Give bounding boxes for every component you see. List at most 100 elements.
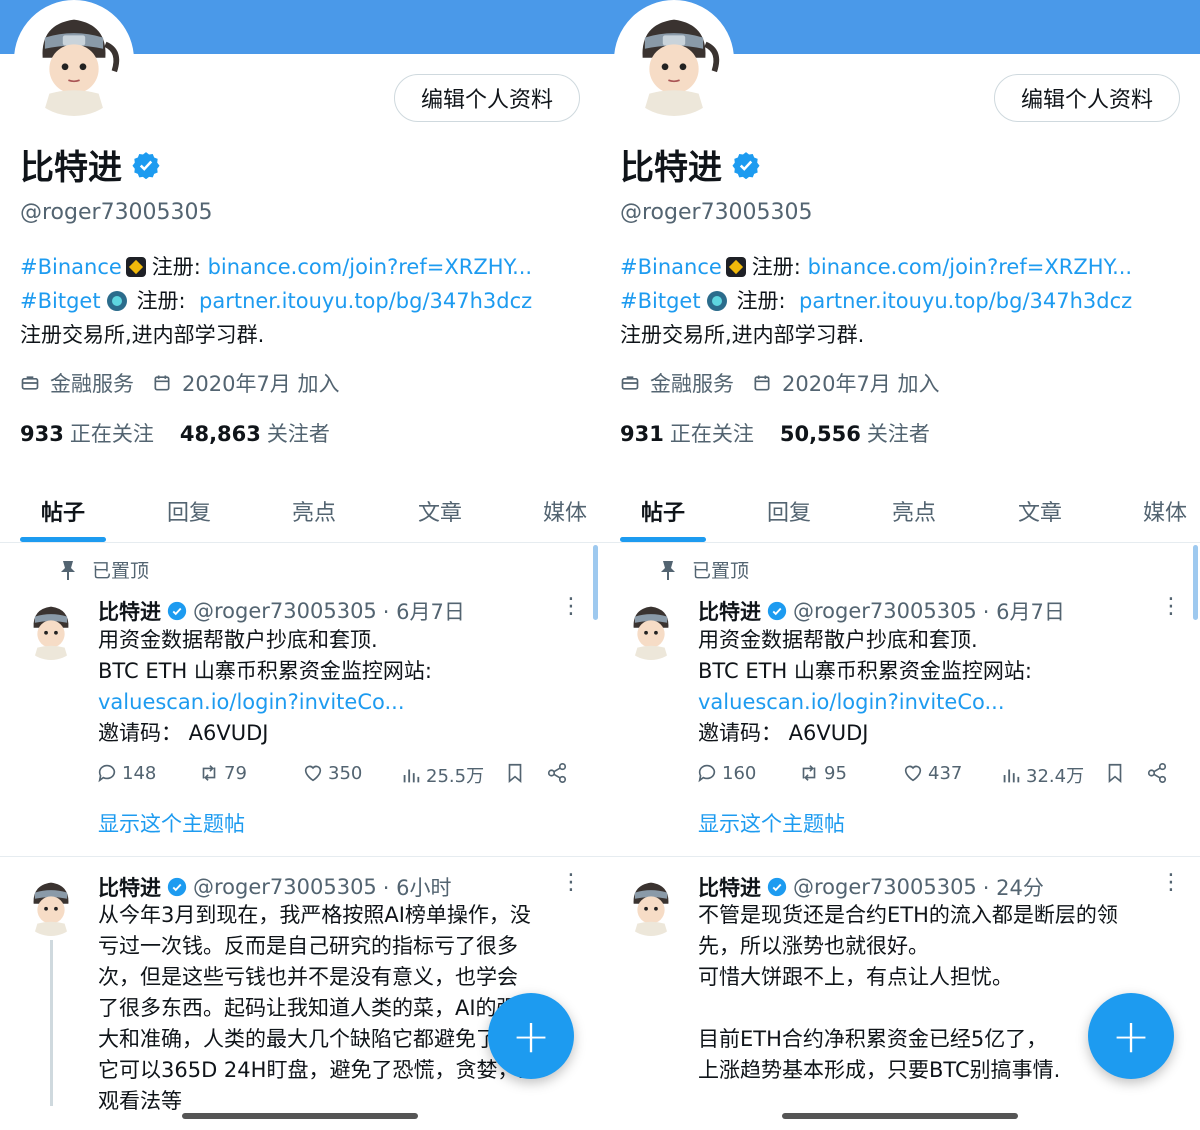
reply-icon — [698, 764, 716, 783]
post-author-name[interactable]: 比特进 — [98, 596, 161, 626]
post-avatar[interactable] — [620, 598, 682, 660]
post-header: 比特进 @roger73005305 · 6月7日 — [98, 596, 465, 626]
share-button[interactable] — [546, 762, 568, 784]
hashtag-bitget[interactable]: #Bitget — [20, 284, 101, 318]
pinned-label: 已置顶 — [692, 560, 750, 582]
profile-screen-before: 编辑个人资料 比特进 @roger73005305 #Binance 注册: b… — [0, 0, 600, 1130]
post-text: 用资金数据帮散户抄底和套顶. BTC ETH 山寨币积累资金监控网站: valu… — [98, 625, 588, 749]
hashtag-bitget[interactable]: #Bitget — [620, 284, 701, 318]
bitget-logo-icon — [106, 291, 127, 311]
profile-name-row: 比特进 — [20, 140, 160, 189]
bookmark-button[interactable] — [504, 762, 526, 784]
post-author-handle[interactable]: @roger73005305 — [793, 875, 977, 899]
views-button[interactable]: 25.5万 — [400, 762, 484, 788]
following-stat[interactable]: 931 正在关注 — [620, 418, 754, 448]
more-options-icon[interactable]: ⋮ — [560, 596, 582, 618]
verified-badge-icon — [132, 151, 160, 179]
share-icon — [547, 763, 567, 783]
tab-replies[interactable]: 回复 — [134, 480, 244, 542]
bio-register-label: 注册: — [136, 289, 186, 313]
verified-badge-icon — [167, 877, 187, 897]
post-actions: 160 95 437 32.4万 — [696, 762, 1176, 792]
like-button[interactable]: 437 — [902, 762, 962, 784]
post-author-handle[interactable]: @roger73005305 — [193, 599, 377, 623]
reply-button[interactable]: 148 — [96, 762, 156, 784]
post-author-handle[interactable]: @roger73005305 — [193, 875, 377, 899]
thread-line — [50, 940, 53, 1106]
more-options-icon[interactable]: ⋮ — [560, 872, 582, 894]
post-author-name[interactable]: 比特进 — [698, 596, 761, 626]
bitget-link[interactable]: partner.itouyu.top/bg/347h3dcz — [199, 284, 532, 318]
tab-media[interactable]: 媒体 — [1110, 480, 1200, 542]
profile-bio: #Binance 注册: binance.com/join?ref=XRZHY.… — [620, 250, 1190, 352]
edit-profile-button[interactable]: 编辑个人资料 — [994, 74, 1180, 122]
bio-register-label: 注册: — [151, 255, 201, 279]
scrollbar[interactable] — [1193, 545, 1198, 620]
bookmark-icon — [1108, 763, 1122, 784]
bio-register-label: 注册: — [736, 289, 786, 313]
reply-icon — [98, 764, 116, 783]
share-button[interactable] — [1146, 762, 1168, 784]
views-button[interactable]: 32.4万 — [1000, 762, 1084, 788]
tab-articles[interactable]: 文章 — [385, 480, 495, 542]
tab-posts[interactable]: 帖子 — [608, 480, 718, 542]
post-header: 比特进 @roger73005305 · 24分 — [698, 872, 1044, 902]
profile-joined: 2020年7月 加入 — [182, 372, 340, 396]
bio-register-label: 注册: — [751, 255, 801, 279]
heart-icon — [904, 765, 922, 782]
tab-articles[interactable]: 文章 — [985, 480, 1095, 542]
tab-media[interactable]: 媒体 — [510, 480, 600, 542]
profile-handle: @roger73005305 — [20, 200, 213, 225]
hashtag-binance[interactable]: #Binance — [20, 250, 122, 284]
post-avatar[interactable] — [620, 874, 682, 936]
profile-meta: 金融服务 2020年7月 加入 — [20, 368, 339, 398]
profile-category: 金融服务 — [650, 372, 734, 396]
binance-link[interactable]: binance.com/join?ref=XRZHY... — [208, 250, 533, 284]
pin-icon — [661, 560, 675, 580]
following-stat[interactable]: 933 正在关注 — [20, 418, 154, 448]
profile-avatar[interactable] — [614, 0, 734, 120]
post-header: 比特进 @roger73005305 · 6月7日 — [698, 596, 1065, 626]
tab-posts[interactable]: 帖子 — [8, 480, 118, 542]
tab-replies[interactable]: 回复 — [734, 480, 844, 542]
valuescan-link[interactable]: valuescan.io/login?inviteCo... — [98, 687, 588, 718]
briefcase-icon — [621, 376, 639, 390]
repost-button[interactable]: 79 — [198, 762, 247, 784]
post-author-name[interactable]: 比特进 — [698, 872, 761, 902]
reply-button[interactable]: 160 — [696, 762, 756, 784]
valuescan-link[interactable]: valuescan.io/login?inviteCo... — [698, 687, 1188, 718]
post-time: · 6月7日 — [982, 600, 1065, 624]
show-thread-link[interactable]: 显示这个主题帖 — [98, 808, 245, 838]
followers-stat[interactable]: 48,863 关注者 — [180, 418, 330, 448]
bitget-logo-icon — [706, 291, 727, 311]
more-options-icon[interactable]: ⋮ — [1160, 872, 1182, 894]
repost-button[interactable]: 95 — [798, 762, 847, 784]
calendar-icon — [754, 375, 770, 391]
like-button[interactable]: 350 — [302, 762, 362, 784]
compose-button[interactable]: + — [1088, 993, 1174, 1079]
post-author-handle[interactable]: @roger73005305 — [793, 599, 977, 623]
profile-meta: 金融服务 2020年7月 加入 — [620, 368, 939, 398]
profile-avatar[interactable] — [14, 0, 134, 120]
show-thread-link[interactable]: 显示这个主题帖 — [698, 808, 845, 838]
binance-logo-icon — [125, 257, 146, 277]
profile-tabs: 帖子 回复 亮点 文章 媒体 — [0, 480, 600, 543]
pinned-indicator: 已置顶 — [658, 556, 749, 583]
compose-button[interactable]: + — [488, 993, 574, 1079]
tab-highlights[interactable]: 亮点 — [859, 480, 969, 542]
hashtag-binance[interactable]: #Binance — [620, 250, 722, 284]
followers-stat[interactable]: 50,556 关注者 — [780, 418, 930, 448]
post-avatar[interactable] — [20, 874, 82, 936]
post-actions: 148 79 350 25.5万 — [96, 762, 576, 792]
bitget-link[interactable]: partner.itouyu.top/bg/347h3dcz — [799, 284, 1132, 318]
calendar-icon — [154, 375, 170, 391]
more-options-icon[interactable]: ⋮ — [1160, 596, 1182, 618]
scrollbar[interactable] — [593, 545, 598, 620]
profile-name: 比特进 — [20, 148, 122, 188]
edit-profile-button[interactable]: 编辑个人资料 — [394, 74, 580, 122]
tab-highlights[interactable]: 亮点 — [259, 480, 369, 542]
binance-link[interactable]: binance.com/join?ref=XRZHY... — [808, 250, 1133, 284]
bookmark-button[interactable] — [1104, 762, 1126, 784]
post-avatar[interactable] — [20, 598, 82, 660]
post-author-name[interactable]: 比特进 — [98, 872, 161, 902]
